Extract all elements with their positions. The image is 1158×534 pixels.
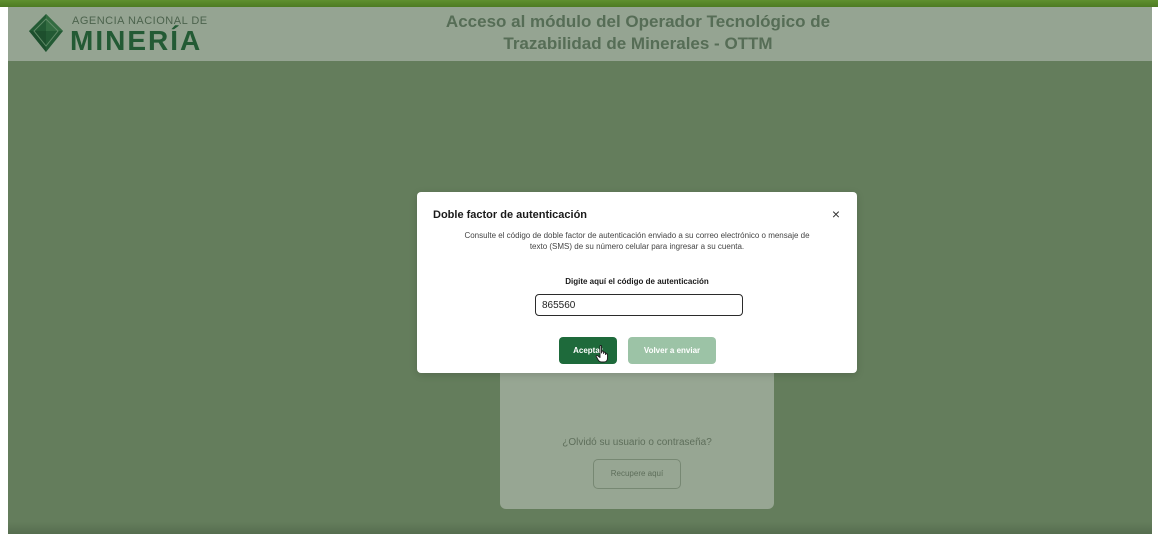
modal-title: Doble factor de autenticación bbox=[433, 209, 588, 221]
code-input-label: Digite aquí el código de autenticación bbox=[565, 277, 709, 286]
screen-frame: AGENCIA NACIONAL DE MINERÍA Acceso al mó… bbox=[0, 0, 1158, 534]
authentication-code-input[interactable] bbox=[535, 294, 743, 316]
resend-button[interactable]: Volver a enviar bbox=[628, 337, 716, 364]
modal-description: Consulte el código de doble factor de au… bbox=[464, 231, 810, 251]
hand-pointer-icon bbox=[595, 345, 608, 363]
bottom-shadow bbox=[8, 522, 1152, 534]
browser-viewport: AGENCIA NACIONAL DE MINERÍA Acceso al mó… bbox=[8, 7, 1152, 534]
two-factor-modal: Doble factor de autenticación × Consulte… bbox=[417, 192, 857, 373]
close-icon[interactable]: × bbox=[828, 206, 844, 222]
top-accent-bar bbox=[0, 0, 1158, 7]
